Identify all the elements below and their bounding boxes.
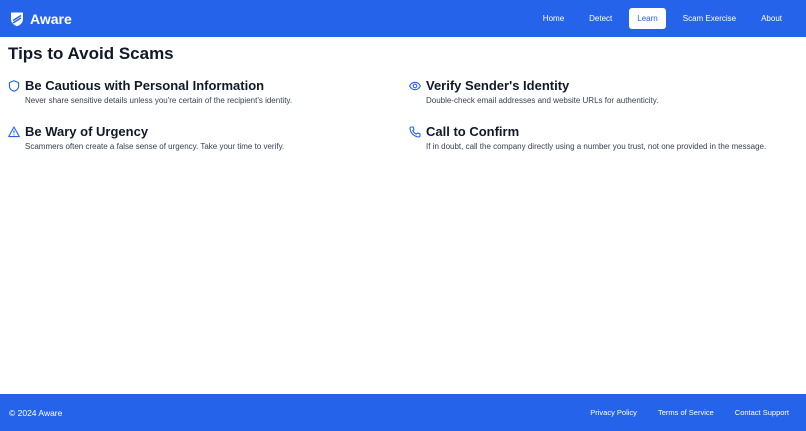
tip-title: Be Cautious with Personal Information xyxy=(25,77,265,93)
tip-card: Verify Sender's Identity Double-check em… xyxy=(408,76,799,105)
tip-description: Never share sensitive details unless you… xyxy=(25,96,293,105)
warning-icon xyxy=(8,125,20,138)
nav-about[interactable]: About xyxy=(753,8,790,29)
nav-detect[interactable]: Detect xyxy=(581,8,620,29)
footer: © 2024 Aware Privacy Policy Terms of Ser… xyxy=(0,394,806,431)
footer-links: Privacy Policy Terms of Service Contact … xyxy=(569,408,797,417)
nav-home[interactable]: Home xyxy=(535,8,572,29)
contact-support-link[interactable]: Contact Support xyxy=(735,408,789,417)
eye-icon xyxy=(408,79,422,91)
nav-scam-exercise[interactable]: Scam Exercise xyxy=(675,8,744,29)
tip-description: Scammers often create a false sense of u… xyxy=(25,142,285,151)
privacy-policy-link[interactable]: Privacy Policy xyxy=(590,408,637,417)
tip-description: If in doubt, call the company directly u… xyxy=(426,142,767,151)
top-navbar: Aware Home Detect Learn Scam Exercise Ab… xyxy=(0,0,806,37)
tip-title: Be Wary of Urgency xyxy=(25,123,149,139)
nav-learn[interactable]: Learn xyxy=(629,8,666,29)
tip-title: Verify Sender's Identity xyxy=(426,77,570,93)
page-title: Tips to Avoid Scams xyxy=(8,44,174,63)
tip-card: Be Cautious with Personal Information Ne… xyxy=(8,76,398,105)
main-nav: Home Detect Learn Scam Exercise About xyxy=(526,8,796,29)
tip-description: Double-check email addresses and website… xyxy=(426,96,659,105)
tip-title: Call to Confirm xyxy=(426,123,520,139)
shield-logo-icon xyxy=(10,11,24,27)
terms-of-service-link[interactable]: Terms of Service xyxy=(658,408,714,417)
brand-name: Aware xyxy=(30,10,72,27)
tip-card: Call to Confirm If in doubt, call the co… xyxy=(409,122,799,151)
phone-icon xyxy=(409,125,421,138)
copyright-text: © 2024 Aware xyxy=(9,407,63,418)
shield-icon xyxy=(8,79,20,92)
tip-card: Be Wary of Urgency Scammers often create… xyxy=(8,122,398,151)
brand[interactable]: Aware xyxy=(10,11,72,27)
